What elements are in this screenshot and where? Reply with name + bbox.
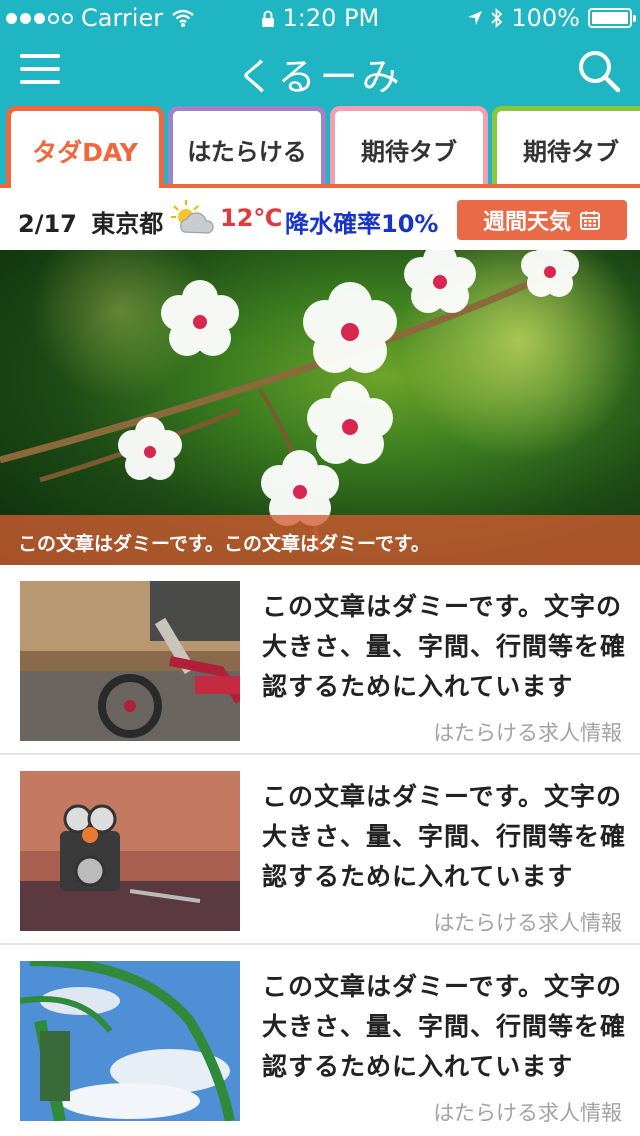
hero-caption: この文章はダミーです。この文章はダミーです。: [0, 515, 640, 565]
tab-hatarakeru[interactable]: はたらける: [168, 106, 326, 188]
temperature: 12℃: [220, 204, 283, 232]
weather-date: 2/17: [18, 210, 77, 238]
battery-percent: 100%: [511, 4, 580, 32]
location-arrow-icon: [468, 11, 483, 25]
bluetooth-icon: [491, 8, 503, 28]
article-source: はたらける求人情報: [433, 721, 622, 745]
weather-bar: 2/17 東京都 12℃ 降水確率10% 週間天気: [0, 188, 640, 250]
article-item[interactable]: この文章はダミーです。文字の大きさ、量、字間、行間等を確認するために入れています…: [0, 945, 640, 1135]
rain-probability: 降水確率10%: [285, 210, 439, 238]
tricycle-photo: [20, 581, 240, 741]
category-tab-bar: タダDAY はたらける 期待タブ 期待タブ: [0, 102, 640, 188]
article-title: この文章はダミーです。文字の大きさ、量、字間、行間等を確認するために入れています: [262, 972, 627, 1081]
calendar-icon: [580, 211, 600, 230]
roller-coaster-photo: [20, 961, 240, 1121]
hero-banner[interactable]: この文章はダミーです。この文章はダミーです。: [0, 250, 640, 565]
weekly-weather-button[interactable]: 週間天気: [457, 200, 627, 240]
article-title: この文章はダミーです。文字の大きさ、量、字間、行間等を確認するために入れています: [262, 782, 627, 891]
app-header: くるーみ: [0, 36, 640, 102]
battery-icon: [588, 8, 636, 28]
tab-kitai-2[interactable]: 期待タブ: [492, 106, 640, 188]
article-source: はたらける求人情報: [433, 911, 622, 935]
article-item[interactable]: この文章はダミーです。文字の大きさ、量、字間、行間等を確認するために入れています…: [0, 755, 640, 945]
article-title: この文章はダミーです。文字の大きさ、量、字間、行間等を確認するために入れています: [262, 592, 627, 701]
robot-toy-photo: [20, 771, 240, 931]
tab-kitai-1[interactable]: 期待タブ: [330, 106, 488, 188]
status-bar: Carrier 1:20 PM 100%: [0, 0, 640, 36]
article-source: はたらける求人情報: [433, 1101, 622, 1125]
lock-icon: [261, 10, 274, 27]
tab-tadaday[interactable]: タダDAY: [6, 106, 164, 188]
search-icon[interactable]: [576, 48, 622, 94]
article-item[interactable]: この文章はダミーです。文字の大きさ、量、字間、行間等を確認するために入れています…: [0, 565, 640, 755]
weather-city: 東京都: [91, 210, 164, 238]
clock: 1:20 PM: [282, 4, 380, 32]
weekly-weather-label: 週間天気: [482, 210, 571, 235]
partly-cloudy-icon: [171, 200, 214, 234]
app-title: くるーみ: [236, 55, 404, 99]
